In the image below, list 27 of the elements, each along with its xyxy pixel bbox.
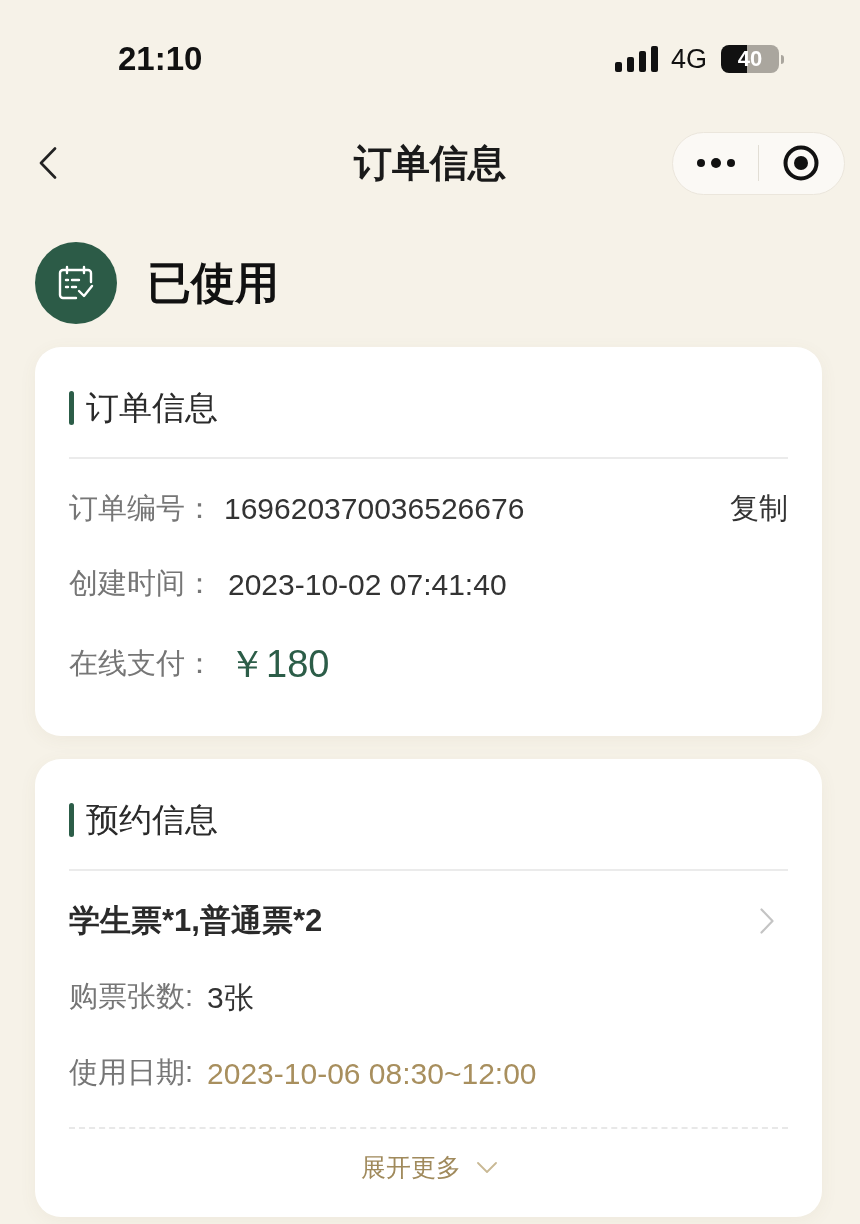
section-marker-icon (69, 391, 74, 425)
section-title: 预约信息 (86, 800, 218, 841)
field-value: 2023-10-02 07:41:40 (228, 566, 507, 603)
field-value: 2023-10-06 08:30~12:00 (207, 1055, 537, 1092)
network-type: 4G (670, 42, 707, 76)
chevron-down-icon (476, 1162, 497, 1174)
back-chevron-icon (39, 147, 57, 179)
copy-button[interactable]: 复制 (730, 486, 788, 531)
chevron-right-icon (760, 908, 774, 934)
field-label: 订单编号： (69, 490, 214, 526)
signal-icon (614, 46, 659, 72)
target-circle-icon (783, 145, 820, 181)
payment-amount: ￥180 (228, 641, 330, 687)
more-dots-icon (695, 158, 736, 168)
calendar-check-icon (35, 242, 117, 324)
ticket-summary-link[interactable]: 学生票*1,普通票*2 (69, 883, 788, 959)
section-marker-icon (69, 803, 74, 837)
field-value: 169620370036526676 (224, 491, 525, 527)
order-status: 已使用 (147, 257, 279, 309)
section-title: 订单信息 (86, 388, 218, 429)
field-label: 在线支付： (69, 646, 214, 682)
field-value: 3张 (207, 979, 254, 1016)
status-time: 21:10 (118, 39, 203, 80)
page-title: 订单信息 (354, 140, 506, 186)
field-label: 购票张数: (69, 979, 194, 1015)
field-label: 使用日期: (69, 1055, 194, 1091)
field-label: 创建时间： (69, 566, 214, 602)
